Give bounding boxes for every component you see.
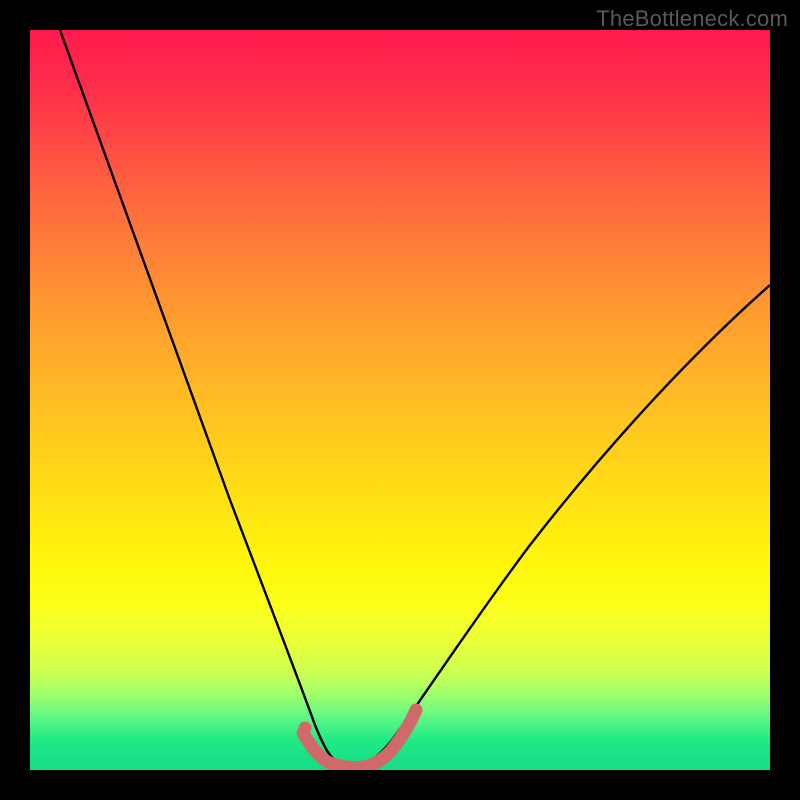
watermark-text: TheBottleneck.com xyxy=(596,6,788,32)
chart-frame: TheBottleneck.com xyxy=(0,0,800,800)
curve-layer xyxy=(30,30,770,770)
plot-area xyxy=(30,30,770,770)
bottleneck-curve-left xyxy=(60,30,344,765)
bottleneck-curve-right xyxy=(344,285,770,765)
valley-marker-dot xyxy=(299,722,312,735)
